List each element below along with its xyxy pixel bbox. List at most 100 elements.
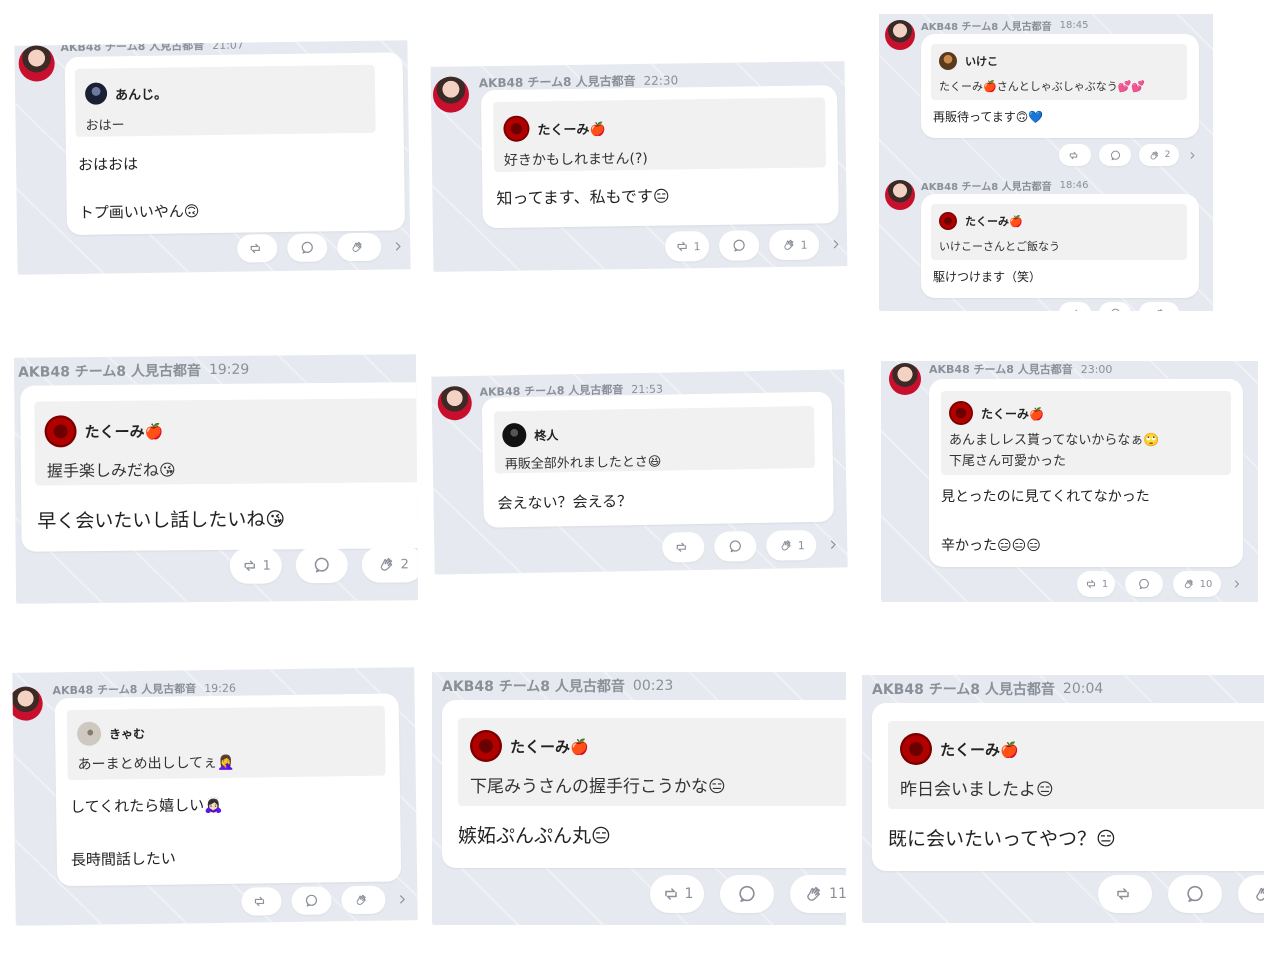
post-time: 00:23 <box>632 678 674 694</box>
clap-button[interactable]: 1 <box>766 529 817 561</box>
retweet-button[interactable] <box>1059 302 1091 311</box>
quoted-user-avatar[interactable] <box>939 212 957 230</box>
chevron-right-icon[interactable] <box>395 892 409 906</box>
clap-button[interactable] <box>1238 875 1264 913</box>
quoted-post[interactable]: たくーみ🍎 握手楽しみだね😘 <box>34 398 419 486</box>
author-avatar[interactable] <box>432 76 470 113</box>
clap-count: 1 <box>797 538 805 552</box>
quoted-user[interactable]: あんじ。 <box>84 82 167 105</box>
post-text: 見とったのに見てくれてなかった 辛かった😑😑😑 <box>941 489 1150 554</box>
quoted-user-avatar[interactable] <box>949 401 973 425</box>
author-name[interactable]: AKB48 チーム8 人見古都音 <box>929 361 1073 377</box>
post-card[interactable]: たくーみ🍎 好きかもしれません(?) 知ってます、私もです😑 <box>480 85 839 229</box>
clap-button[interactable]: 11 <box>790 875 846 913</box>
retweet-button[interactable]: 1 <box>229 547 282 584</box>
post-card[interactable]: たくーみ🍎 いけこーさんとご飯なう 駆けつけます（笑） <box>921 194 1199 298</box>
quoted-text: おはー <box>85 118 125 134</box>
retweet-button[interactable] <box>241 887 282 916</box>
retweet-icon <box>673 539 689 555</box>
retweet-button[interactable] <box>662 531 705 563</box>
quoted-post[interactable]: たくーみ🍎 あんましレス貰ってないからなぁ🙄 下尾さん可愛かった <box>941 391 1231 475</box>
quoted-user-avatar[interactable] <box>76 721 102 746</box>
reply-icon <box>1184 883 1206 905</box>
quoted-user[interactable]: たくーみ🍎 <box>503 114 606 142</box>
retweet-button[interactable]: 1 <box>1077 571 1115 597</box>
quoted-user-avatar[interactable] <box>939 52 957 70</box>
retweet-button[interactable]: 1 <box>650 875 704 913</box>
reply-button[interactable] <box>287 233 328 262</box>
chevron-right-icon[interactable] <box>1231 578 1243 590</box>
reply-button[interactable] <box>1099 302 1131 311</box>
chevron-right-icon[interactable] <box>391 239 405 253</box>
quoted-post[interactable]: たくーみ🍎 いけこーさんとご飯なう <box>931 204 1187 260</box>
retweet-button[interactable]: 1 <box>664 231 710 262</box>
clap-button[interactable]: 2 <box>361 546 419 583</box>
post-card[interactable]: 柊人 再販全部外れましたとさ😆 会えない？会える？ <box>481 391 834 528</box>
author-name[interactable]: AKB48 チーム8 人見古都音 <box>921 178 1052 193</box>
author-name[interactable]: AKB48 チーム8 人見古都音 <box>872 679 1055 699</box>
chevron-right-icon[interactable] <box>826 538 840 552</box>
clap-count: 10 <box>1199 578 1213 590</box>
post-card[interactable]: たくーみ🍎 握手楽しみだね😘 早く会いたいし話したいね😘 <box>20 382 419 552</box>
clap-button[interactable]: 10 <box>1173 571 1221 597</box>
reply-button[interactable] <box>1125 571 1163 597</box>
quoted-user[interactable]: きゃむ <box>76 721 145 746</box>
reply-button[interactable] <box>718 230 760 261</box>
reply-button[interactable] <box>714 530 757 562</box>
post-card[interactable]: たくーみ🍎 あんましレス貰ってないからなぁ🙄 下尾さん可愛かった 見とったのに見… <box>929 379 1243 567</box>
quoted-user[interactable]: いけこ <box>939 52 998 70</box>
retweet-button[interactable] <box>1059 144 1091 166</box>
quoted-user-avatar[interactable] <box>470 730 502 762</box>
post-card[interactable]: たくーみ🍎 下尾みうさんの握手行こうかな😑 嫉妬ぷんぷん丸😑 <box>442 700 846 868</box>
author-name[interactable]: AKB48 チーム8 人見古都音 <box>921 18 1052 33</box>
post-header: AKB48 チーム8 人見古都音 18:46 <box>921 178 1213 193</box>
quoted-user[interactable]: たくーみ🍎 <box>949 401 1044 425</box>
reply-button[interactable] <box>1168 875 1222 913</box>
quoted-post[interactable]: きゃむ あーまとめ出ししてぇ🤦‍♀️ <box>66 705 386 781</box>
author-avatar[interactable] <box>885 20 915 50</box>
clap-button[interactable] <box>341 885 386 915</box>
reply-button[interactable] <box>720 875 774 913</box>
quoted-post[interactable]: いけこ たくーみ🍎さんとしゃぶしゃぶなう💕💕 <box>931 44 1187 100</box>
author-name[interactable]: AKB48 チーム8 人見古都音 <box>18 360 201 382</box>
author-name[interactable]: AKB48 チーム8 人見古都音 <box>60 40 204 55</box>
author-name[interactable]: AKB48 チーム8 人見古都音 <box>442 676 625 696</box>
author-avatar[interactable] <box>12 686 43 721</box>
quoted-post[interactable]: たくーみ🍎 下尾みうさんの握手行こうかな😑 <box>458 718 846 806</box>
reply-button[interactable] <box>291 886 332 915</box>
post-card[interactable]: たくーみ🍎 昨日会いましたよ😑 既に会いたいってやつ？😑 <box>872 703 1264 871</box>
post-card[interactable]: あんじ。 おはー おはおは トプ画いいやん🙃 <box>64 52 406 236</box>
reply-button[interactable] <box>295 546 348 584</box>
author-avatar[interactable] <box>889 363 921 395</box>
author-avatar[interactable] <box>885 180 915 210</box>
post-card[interactable]: いけこ たくーみ🍎さんとしゃぶしゃぶなう💕💕 再販待ってます🙃💙 <box>921 34 1199 138</box>
quoted-user-name: たくーみ🍎 <box>981 406 1044 421</box>
quoted-user[interactable]: たくーみ🍎 <box>900 733 1019 765</box>
quoted-user-avatar[interactable] <box>44 415 77 448</box>
quoted-user-avatar[interactable] <box>84 82 108 105</box>
retweet-count: 1 <box>1101 578 1109 590</box>
reply-button[interactable] <box>1099 144 1131 166</box>
retweet-button[interactable] <box>237 234 278 263</box>
quoted-user[interactable]: たくーみ🍎 <box>44 414 163 448</box>
clap-button[interactable]: 2 <box>1139 144 1179 166</box>
quoted-post[interactable]: あんじ。 おはー <box>74 64 376 137</box>
quoted-post[interactable]: たくーみ🍎 昨日会いましたよ😑 <box>888 721 1264 809</box>
author-avatar[interactable] <box>18 45 55 82</box>
quoted-user-avatar[interactable] <box>502 422 527 448</box>
quoted-user[interactable]: たくーみ🍎 <box>470 730 589 762</box>
quoted-user-avatar[interactable] <box>503 115 530 142</box>
quoted-user[interactable]: たくーみ🍎 <box>939 212 1023 230</box>
quoted-post[interactable]: たくーみ🍎 好きかもしれません(?) <box>493 97 827 173</box>
chevron-right-icon[interactable] <box>1187 150 1198 161</box>
quoted-user[interactable]: 柊人 <box>502 422 558 448</box>
clap-button[interactable] <box>1139 302 1179 311</box>
author-avatar[interactable] <box>437 385 473 421</box>
quoted-user-avatar[interactable] <box>900 733 932 765</box>
retweet-button[interactable] <box>1098 875 1152 913</box>
post-card[interactable]: きゃむ あーまとめ出ししてぇ🤦‍♀️ してくれたら嬉しい🙇🏻‍♀️ 長時間話した… <box>54 693 402 887</box>
clap-button[interactable]: 1 <box>768 229 820 261</box>
quoted-post[interactable]: 柊人 再販全部外れましたとさ😆 <box>493 405 815 474</box>
chevron-right-icon[interactable] <box>829 237 843 251</box>
clap-button[interactable] <box>337 232 382 262</box>
